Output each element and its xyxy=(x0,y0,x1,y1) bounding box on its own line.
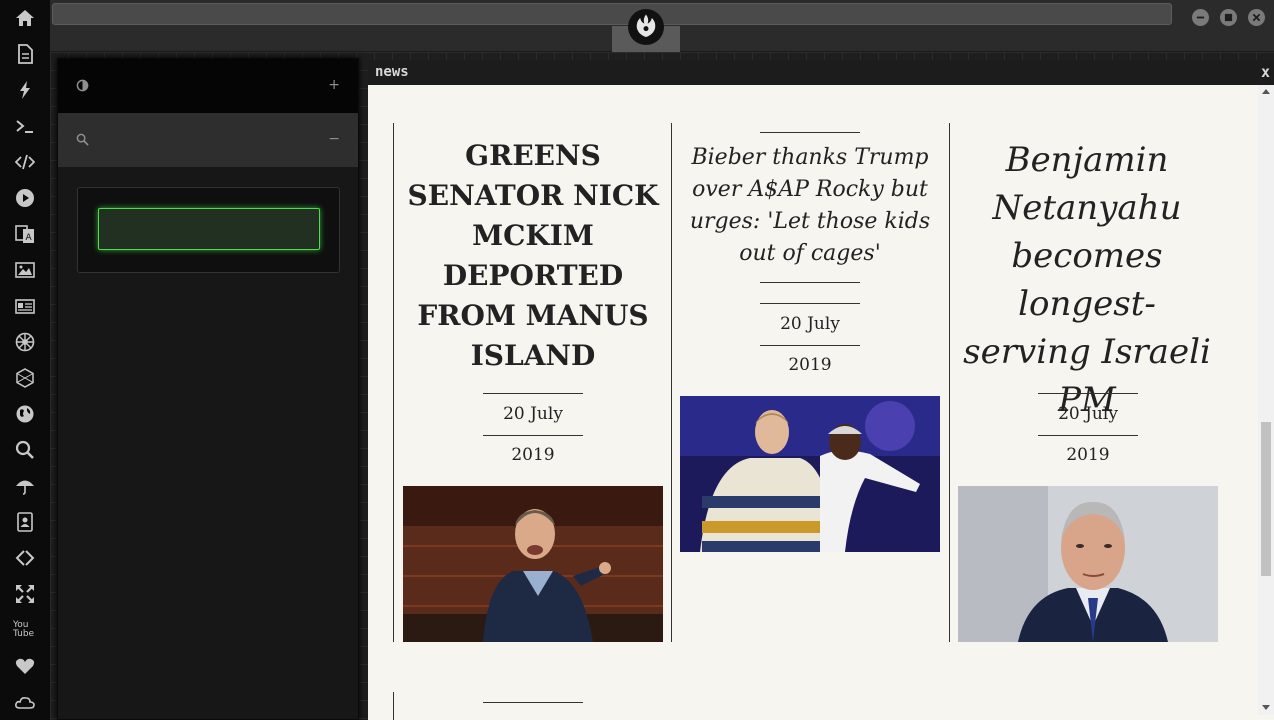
minimize-icon[interactable] xyxy=(1192,9,1209,26)
article-photo[interactable] xyxy=(680,396,940,552)
top-bar xyxy=(50,0,1274,52)
article-date: 20 July 2019 xyxy=(1038,393,1138,465)
app-dock: A You Tube xyxy=(0,0,50,720)
play-icon[interactable] xyxy=(13,186,37,210)
address-bar[interactable] xyxy=(52,3,1172,25)
column-divider xyxy=(671,123,672,642)
code-icon[interactable] xyxy=(13,150,37,174)
image-icon[interactable] xyxy=(13,258,37,282)
search-input[interactable] xyxy=(98,208,320,250)
article-photo[interactable] xyxy=(403,486,663,642)
column-divider xyxy=(393,123,394,642)
document-icon[interactable] xyxy=(13,42,37,66)
news-article[interactable]: Benjamin Netanyahu becomes longest-servi… xyxy=(956,136,1218,424)
column-divider xyxy=(949,123,950,642)
search-section-header: − xyxy=(58,113,358,167)
search-icon xyxy=(76,133,90,147)
next-row-rule xyxy=(483,702,583,703)
rebel-alliance-icon[interactable] xyxy=(628,9,664,45)
globe-icon[interactable] xyxy=(13,402,37,426)
article-headline[interactable]: Benjamin Netanyahu becomes longest-servi… xyxy=(956,136,1218,424)
collapse-search-button[interactable]: − xyxy=(328,131,340,147)
search-card xyxy=(77,187,340,273)
maximize-icon[interactable] xyxy=(1220,9,1237,26)
cloud-icon[interactable] xyxy=(13,690,37,714)
scroll-thumb[interactable] xyxy=(1261,422,1271,576)
news-article[interactable]: Bieber thanks Trump over A$AP Rocky but … xyxy=(681,142,939,270)
side-panel: + − xyxy=(57,58,359,720)
top-rule xyxy=(760,132,860,133)
scroll-up-icon[interactable] xyxy=(1262,89,1270,94)
terminal-icon[interactable] xyxy=(13,114,37,138)
article-headline[interactable]: Bieber thanks Trump over A$AP Rocky but … xyxy=(681,142,939,270)
expand-panel-button[interactable]: + xyxy=(328,77,340,93)
youtube-icon[interactable]: You Tube xyxy=(13,618,37,642)
link-icon[interactable] xyxy=(13,546,37,570)
article-date: 20 July 2019 xyxy=(760,303,860,375)
news-title-bar: news x xyxy=(368,60,1274,85)
youtube-label: You Tube xyxy=(13,620,35,639)
galactic-empire-icon[interactable] xyxy=(13,330,37,354)
news-scrollbar[interactable] xyxy=(1258,85,1274,715)
headline-rule xyxy=(760,282,860,283)
contrast-icon[interactable] xyxy=(76,79,90,93)
contacts-icon[interactable] xyxy=(13,510,37,534)
news-window: news x Greens Senator Nick McKim deporte… xyxy=(368,60,1274,720)
column-divider xyxy=(393,692,394,720)
window-title: news xyxy=(375,64,409,80)
lightning-icon[interactable] xyxy=(13,78,37,102)
hexagon-network-icon[interactable] xyxy=(13,366,37,390)
article-photo[interactable] xyxy=(958,486,1218,642)
newspaper-icon[interactable] xyxy=(13,294,37,318)
home-icon[interactable] xyxy=(13,6,37,30)
close-icon[interactable] xyxy=(1248,9,1265,26)
umbrella-icon[interactable] xyxy=(13,474,37,498)
search-icon[interactable] xyxy=(13,438,37,462)
translate-icon[interactable]: A xyxy=(13,222,37,246)
news-article[interactable]: Greens Senator Nick McKim deported from … xyxy=(403,136,663,376)
article-date: 20 July 2019 xyxy=(483,393,583,465)
scroll-down-icon[interactable] xyxy=(1262,705,1270,710)
svg-text:A: A xyxy=(26,233,33,243)
close-window-button[interactable]: x xyxy=(1261,63,1270,81)
article-headline[interactable]: Greens Senator Nick McKim deported from … xyxy=(403,136,663,376)
panel-header: + xyxy=(58,59,358,113)
expand-icon[interactable] xyxy=(13,582,37,606)
heart-icon[interactable] xyxy=(13,654,37,678)
